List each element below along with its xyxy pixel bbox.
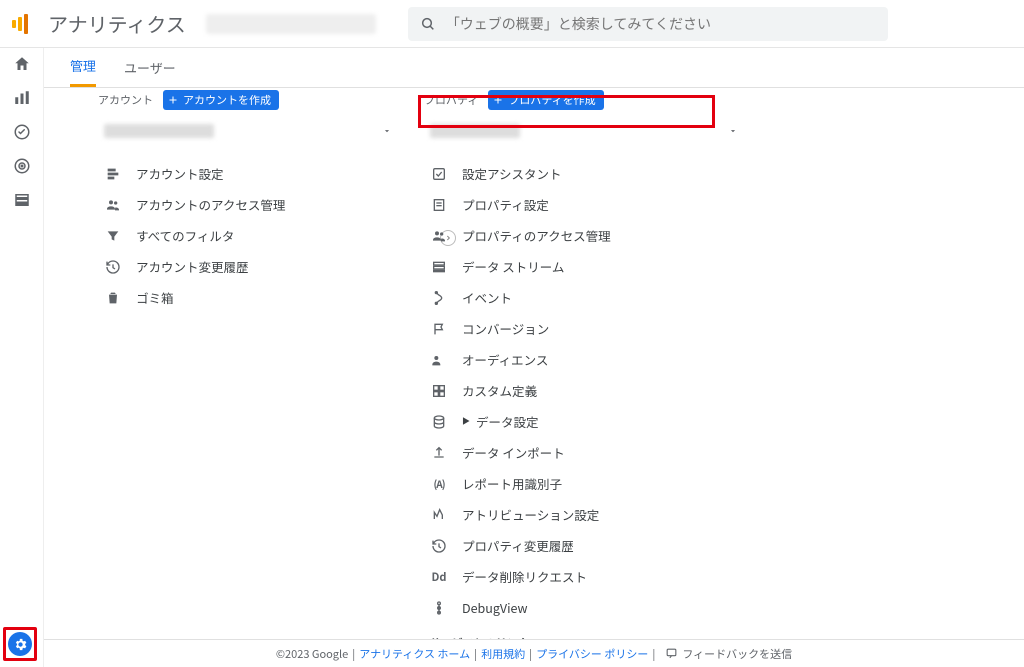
property-access[interactable]: プロパティのアクセス管理 <box>424 220 744 251</box>
identity-icon: (A) <box>430 475 448 493</box>
search-input[interactable] <box>446 16 876 32</box>
page-icon <box>430 196 448 214</box>
search-box[interactable] <box>408 7 888 41</box>
account-access[interactable]: アカウントのアクセス管理 <box>98 189 398 220</box>
create-account-button[interactable]: アカウントを作成 <box>163 90 279 110</box>
filter-icon <box>104 227 122 245</box>
property-selector[interactable] <box>424 116 744 146</box>
footer-feedback[interactable]: フィードバックを送信 <box>665 646 792 662</box>
reports-icon[interactable] <box>12 88 32 108</box>
account-column-label: アカウント <box>98 92 153 108</box>
events[interactable]: イベント <box>424 282 744 313</box>
trash[interactable]: ゴミ箱 <box>98 282 398 313</box>
debugview[interactable]: DebugView <box>424 592 744 623</box>
all-filters[interactable]: すべてのフィルタ <box>98 220 398 251</box>
account-selector[interactable] <box>98 116 398 146</box>
feedback-icon <box>665 647 678 660</box>
footer: ©2023 Google | アナリティクス ホーム | 利用規約 | プライバ… <box>44 639 1024 667</box>
audiences[interactable]: オーディエンス <box>424 344 744 375</box>
group-icon <box>104 196 122 214</box>
tab-user[interactable]: ユーザー <box>124 58 176 87</box>
custom-icon <box>430 382 448 400</box>
admin-tabs: 管理 ユーザー <box>44 48 1024 88</box>
group-icon <box>430 227 448 245</box>
search-icon <box>420 16 436 32</box>
advertising-icon[interactable] <box>12 156 32 176</box>
audience-icon <box>430 351 448 369</box>
explore-icon[interactable] <box>12 122 32 142</box>
data-deletion[interactable]: Ddデータ削除リクエスト <box>424 561 744 592</box>
account-column: アカウント アカウントを作成 アカウント設定 アカウントのアクセス管理 すべての… <box>98 88 398 639</box>
create-property-button[interactable]: プロパティを作成 <box>488 90 603 110</box>
footer-copyright: ©2023 Google <box>276 646 348 662</box>
property-column: プロパティ プロパティを作成 設定アシスタント プロパティ設定 プロパティのアク… <box>424 88 744 639</box>
event-icon <box>430 289 448 307</box>
property-settings[interactable]: プロパティ設定 <box>424 189 744 220</box>
admin-gear-button[interactable] <box>8 632 32 656</box>
property-column-label: プロパティ <box>424 92 478 108</box>
data-streams[interactable]: データ ストリーム <box>424 251 744 282</box>
history-icon <box>430 537 448 555</box>
history-icon <box>104 258 122 276</box>
footer-privacy-link[interactable]: プライバシー ポリシー <box>536 646 648 662</box>
flag-icon <box>430 320 448 338</box>
data-settings[interactable]: ▶データ設定 <box>424 406 744 437</box>
app-header: アナリティクス <box>0 0 1024 48</box>
data-import[interactable]: データ インポート <box>424 437 744 468</box>
left-nav-rail <box>0 48 44 667</box>
attribution-icon <box>430 506 448 524</box>
chevron-down-icon <box>728 126 738 136</box>
property-history[interactable]: プロパティ変更履歴 <box>424 530 744 561</box>
chevron-down-icon <box>382 126 392 136</box>
checkbox-icon <box>430 165 448 183</box>
account-history[interactable]: アカウント変更履歴 <box>98 251 398 282</box>
tab-admin[interactable]: 管理 <box>70 56 96 87</box>
configure-icon[interactable] <box>12 190 32 210</box>
admin-gear-highlight <box>3 627 37 661</box>
account-settings[interactable]: アカウント設定 <box>98 158 398 189</box>
account-breadcrumb[interactable] <box>206 14 376 34</box>
reporting-identity[interactable]: (A)レポート用識別子 <box>424 468 744 499</box>
custom-definitions[interactable]: カスタム定義 <box>424 375 744 406</box>
admin-content: アカウント アカウントを作成 アカウント設定 アカウントのアクセス管理 すべての… <box>44 88 1024 639</box>
setup-assistant[interactable]: 設定アシスタント <box>424 158 744 189</box>
trash-icon <box>104 289 122 307</box>
dd-icon: Dd <box>430 568 448 586</box>
conversions[interactable]: コンバージョン <box>424 313 744 344</box>
app-title: アナリティクス <box>48 9 186 38</box>
stream-icon <box>430 258 448 276</box>
debug-icon <box>430 599 448 617</box>
settings-page-icon <box>104 165 122 183</box>
footer-home-link[interactable]: アナリティクス ホーム <box>359 646 470 662</box>
home-icon[interactable] <box>12 54 32 74</box>
footer-terms-link[interactable]: 利用規約 <box>481 646 525 662</box>
database-icon <box>430 413 448 431</box>
attribution-settings[interactable]: アトリビューション設定 <box>424 499 744 530</box>
import-icon <box>430 444 448 462</box>
analytics-logo <box>12 14 28 34</box>
